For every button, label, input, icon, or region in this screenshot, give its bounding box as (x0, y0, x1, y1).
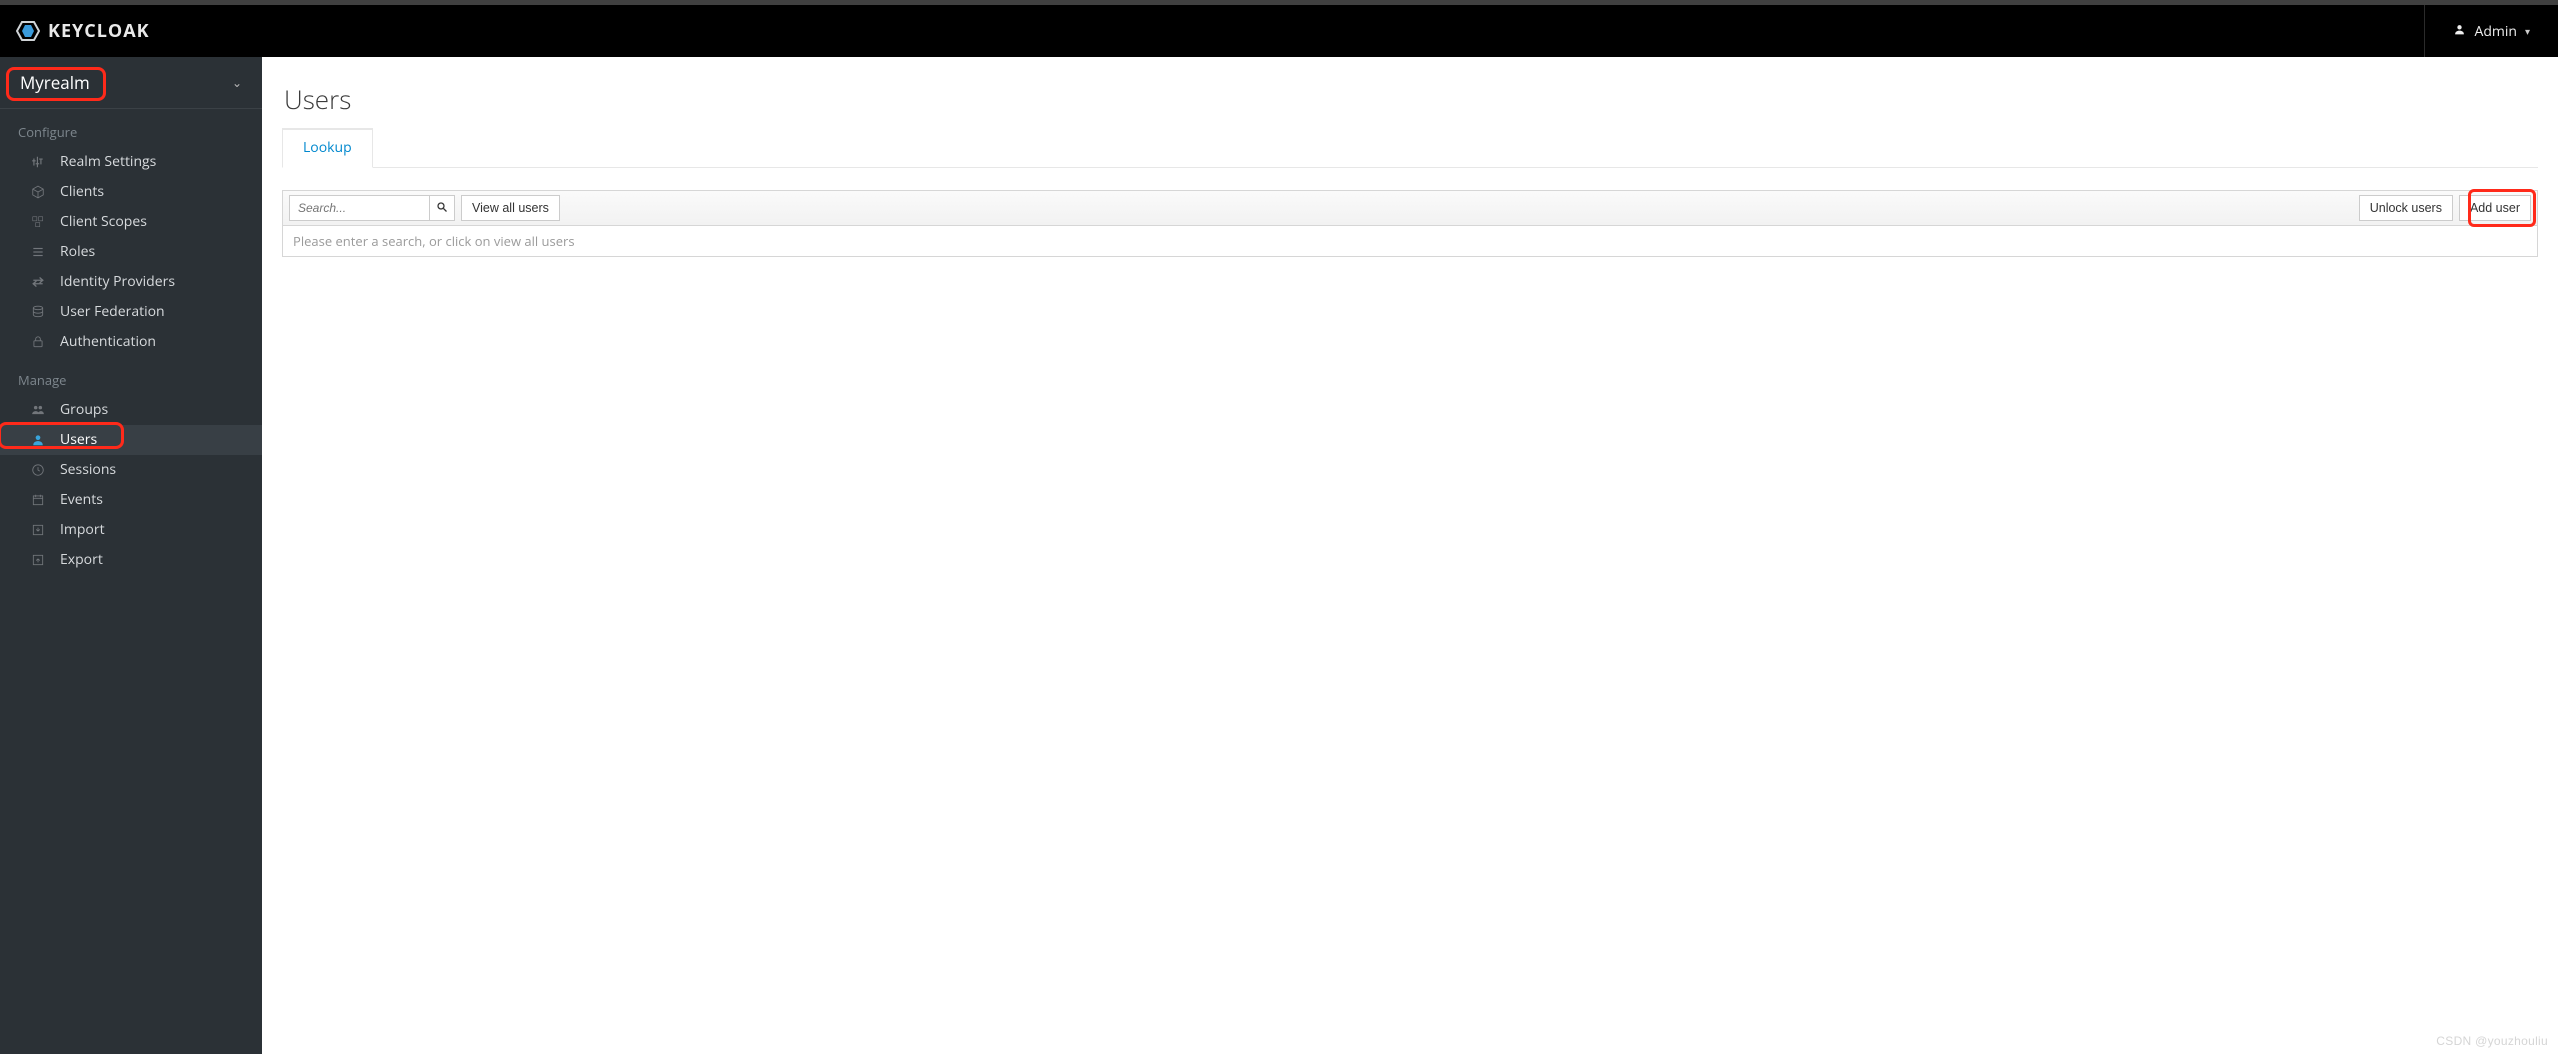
sliders-icon (30, 154, 46, 170)
sidebar-item-client-scopes[interactable]: Client Scopes (0, 207, 262, 237)
user-menu[interactable]: Admin ▾ (2424, 5, 2538, 57)
brand[interactable]: KEYCLOAK (16, 19, 150, 43)
sidebar-item-user-federation[interactable]: User Federation (0, 297, 262, 327)
sidebar-item-identity-providers[interactable]: Identity Providers (0, 267, 262, 297)
exchange-icon (30, 274, 46, 290)
sidebar-item-label: Groups (60, 402, 108, 418)
sidebar-item-label: Sessions (60, 462, 116, 478)
brand-text: KEYCLOAK (48, 19, 150, 43)
sidebar-item-label: Import (60, 522, 105, 538)
sidebar-item-label: Events (60, 492, 103, 508)
calendar-icon (30, 492, 46, 508)
sidebar-item-label: Realm Settings (60, 154, 156, 170)
search-icon (436, 201, 448, 216)
watermark: CSDN @youzhouliu (2436, 1034, 2548, 1048)
sidebar-item-label: Client Scopes (60, 214, 147, 230)
sidebar-item-users[interactable]: Users (0, 425, 262, 455)
realm-name: Myrealm (20, 71, 90, 94)
search-group (289, 195, 455, 221)
sidebar-item-label: Identity Providers (60, 274, 175, 290)
sidebar-item-label: Export (60, 552, 103, 568)
tabs: Lookup (282, 127, 2538, 168)
search-hint: Please enter a search, or click on view … (282, 226, 2538, 257)
user-label: Admin (2474, 22, 2517, 41)
clock-icon (30, 462, 46, 478)
keycloak-logo-icon (16, 19, 40, 43)
search-input[interactable] (289, 195, 429, 221)
button-label: View all users (472, 201, 549, 215)
toolbar: View all users Unlock users Add user (282, 190, 2538, 226)
list-icon (30, 244, 46, 260)
export-icon (30, 552, 46, 568)
add-user-button[interactable]: Add user (2459, 195, 2531, 221)
sidebar-item-label: Authentication (60, 334, 156, 350)
page-title: Users (284, 81, 2538, 117)
group-icon (30, 402, 46, 418)
unlock-users-button[interactable]: Unlock users (2359, 195, 2453, 221)
sidebar-item-realm-settings[interactable]: Realm Settings (0, 147, 262, 177)
user-icon (2453, 22, 2466, 41)
lock-icon (30, 334, 46, 350)
sidebar-item-import[interactable]: Import (0, 515, 262, 545)
tab-label: Lookup (303, 138, 352, 157)
button-label: Unlock users (2370, 201, 2442, 215)
sidebar-item-label: User Federation (60, 304, 165, 320)
sidebar-section-title: Configure (0, 109, 262, 147)
sidebar-item-clients[interactable]: Clients (0, 177, 262, 207)
sidebar-section-title: Manage (0, 357, 262, 395)
sidebar-item-export[interactable]: Export (0, 545, 262, 575)
import-icon (30, 522, 46, 538)
topbar: KEYCLOAK Admin ▾ (0, 5, 2558, 57)
search-button[interactable] (429, 195, 455, 221)
chevron-down-icon: ⌄ (232, 74, 242, 91)
cube-icon (30, 184, 46, 200)
view-all-users-button[interactable]: View all users (461, 195, 560, 221)
user-icon (30, 432, 46, 448)
database-icon (30, 304, 46, 320)
realm-selector[interactable]: Myrealm ⌄ (0, 57, 262, 109)
content-area: Users Lookup View all users Unlock users (262, 57, 2558, 1054)
cubes-icon (30, 214, 46, 230)
sidebar-item-roles[interactable]: Roles (0, 237, 262, 267)
sidebar-item-label: Roles (60, 244, 95, 260)
sidebar-item-events[interactable]: Events (0, 485, 262, 515)
sidebar-item-sessions[interactable]: Sessions (0, 455, 262, 485)
tab-lookup[interactable]: Lookup (282, 128, 373, 168)
sidebar-item-label: Users (60, 432, 97, 448)
sidebar-item-authentication[interactable]: Authentication (0, 327, 262, 357)
sidebar-item-label: Clients (60, 184, 104, 200)
sidebar-item-groups[interactable]: Groups (0, 395, 262, 425)
button-label: Add user (2470, 201, 2520, 215)
sidebar: Myrealm ⌄ Configure Realm Settings Clients… (0, 57, 262, 1054)
chevron-down-icon: ▾ (2525, 24, 2530, 38)
